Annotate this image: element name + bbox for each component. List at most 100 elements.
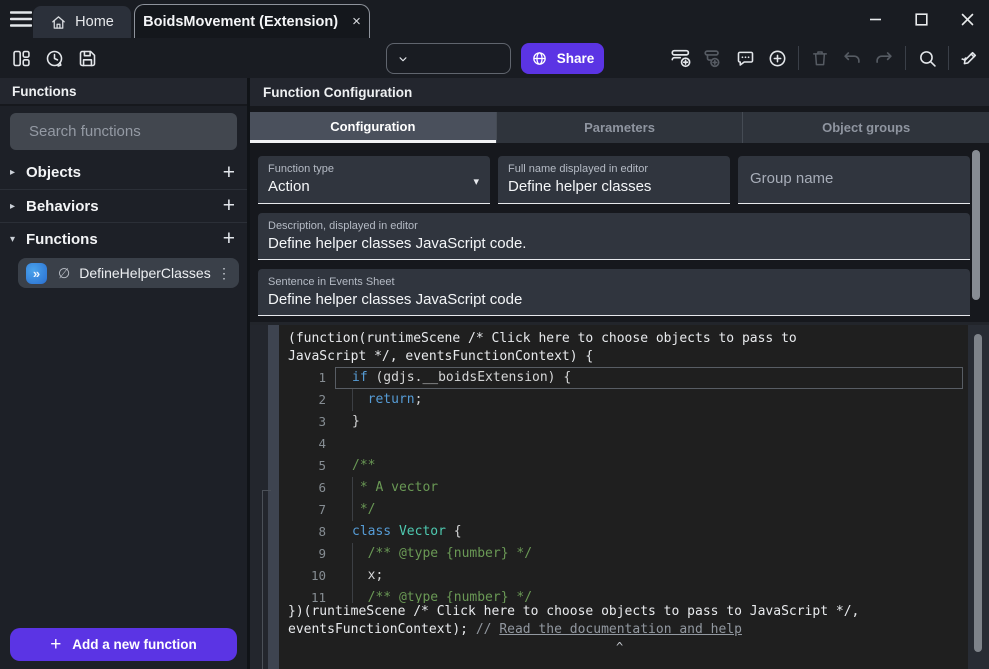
group-name-field[interactable]: Group name (738, 156, 970, 204)
code-line[interactable]: 8class Vector { (279, 521, 968, 543)
undo-icon (841, 47, 863, 69)
code-line[interactable]: 2 return; (279, 389, 968, 411)
form-row-3: Sentence in Events Sheet Define helper c… (258, 269, 970, 316)
event-drag-handle[interactable] (268, 322, 279, 669)
code-line[interactable]: 3} (279, 411, 968, 433)
circle-plus-icon (767, 48, 788, 69)
section-functions-label: Functions (26, 231, 223, 248)
line-number: 5 (279, 455, 326, 477)
window-maximize-button[interactable] (911, 9, 931, 29)
extension-pencil-icon (959, 47, 981, 69)
window-controls (865, 0, 977, 38)
code-line[interactable]: 4 (279, 433, 968, 455)
tab-configuration[interactable]: Configuration (250, 112, 496, 143)
line-number: 9 (279, 543, 326, 565)
preview-options-dropdown[interactable] (387, 44, 419, 73)
project-manager-icon (11, 48, 32, 69)
preview-button[interactable]: Preview (386, 43, 511, 74)
line-number: 1 (279, 367, 326, 389)
code-line[interactable]: 5 /** (279, 455, 968, 477)
js-footer-line-1: })(runtimeScene /* Click here to choose … (288, 604, 859, 619)
home-icon (50, 14, 67, 31)
window-minimize-button[interactable] (865, 9, 885, 29)
minimize-icon (869, 13, 882, 26)
js-header-line-2: JavaScript */, eventsFunctionContext) { (288, 349, 593, 364)
chevron-right-icon: ▸ (10, 201, 26, 212)
indent-guide (352, 499, 353, 521)
version-history-button[interactable] (43, 47, 65, 69)
add-new-function-button[interactable]: + Add a new function (10, 628, 237, 661)
toolbar-right (670, 38, 981, 78)
code-line[interactable]: 1if (gdjs.__boidsExtension) { (279, 367, 968, 389)
add-subevent-icon (702, 47, 724, 69)
function-type-select[interactable]: Function type Action ▾ (258, 156, 490, 204)
maximize-icon (915, 13, 928, 26)
code-line[interactable]: 10 x; (279, 565, 968, 587)
add-function-plus-button[interactable]: + (223, 229, 235, 249)
line-number: 3 (279, 411, 326, 433)
tab-home-label: Home (75, 14, 114, 30)
main-panel-title: Function Configuration (263, 85, 412, 100)
tab-object-groups[interactable]: Object groups (742, 112, 989, 143)
line-number: 7 (279, 499, 326, 521)
window-close-button[interactable] (957, 9, 977, 29)
code-text: /** (335, 455, 963, 477)
toolbar-divider (905, 46, 906, 70)
add-object-button[interactable]: + (223, 163, 235, 183)
tab-home[interactable]: Home (33, 6, 131, 38)
indent-guide (352, 543, 353, 565)
code-line[interactable]: 9 /** @type {number} */ (279, 543, 968, 565)
indent-guide (352, 565, 353, 587)
undo-button[interactable] (841, 47, 863, 69)
sentence-value: Define helper classes JavaScript code (258, 288, 970, 308)
globe-icon (531, 50, 548, 67)
add-event-button[interactable] (670, 47, 692, 69)
function-item-definehelperclasses[interactable]: » ∅ DefineHelperClasses ⋮ (18, 258, 239, 288)
private-function-icon: ∅ (58, 265, 70, 282)
chevron-right-icon: ▸ (10, 167, 26, 178)
add-subevent-button[interactable] (702, 47, 724, 69)
close-icon (961, 13, 974, 26)
save-button[interactable] (76, 47, 98, 69)
sidebar-tree: ▸ Objects + ▸ Behaviors + ▾ Functions + … (0, 156, 247, 288)
sentence-field[interactable]: Sentence in Events Sheet Define helper c… (258, 269, 970, 316)
js-code-header[interactable]: (function(runtimeScene /* Click here to … (288, 330, 960, 365)
code-text (335, 433, 963, 455)
sidebar-section-behaviors[interactable]: ▸ Behaviors + (0, 189, 247, 222)
documentation-link[interactable]: Read the documentation and help (499, 622, 742, 637)
tab-parameters[interactable]: Parameters (496, 112, 743, 143)
full-name-label: Full name displayed in editor (498, 156, 730, 175)
add-comment-button[interactable] (734, 47, 756, 69)
sidebar-section-functions[interactable]: ▾ Functions + (0, 222, 247, 255)
function-gear-icon: » (26, 263, 47, 284)
add-behavior-button[interactable]: + (223, 196, 235, 216)
delete-button[interactable] (809, 47, 831, 69)
search-events-button[interactable] (916, 47, 938, 69)
main-menu-button[interactable] (10, 10, 32, 28)
description-field[interactable]: Description, displayed in editor Define … (258, 213, 970, 260)
search-functions-input[interactable] (29, 123, 228, 140)
search-functions-box[interactable] (10, 113, 237, 150)
tab-configuration-label: Configuration (330, 119, 415, 134)
js-code-footer[interactable]: })(runtimeScene /* Click here to choose … (288, 603, 963, 638)
code-line[interactable]: 7 */ (279, 499, 968, 521)
function-item-menu-button[interactable]: ⋮ (217, 265, 231, 282)
js-footer-comment-slashes: // (476, 622, 499, 637)
full-name-field[interactable]: Full name displayed in editor Define hel… (498, 156, 730, 204)
events-scrollbar[interactable] (974, 334, 982, 652)
app-window: Home BoidsMovement (Extension) × (0, 0, 989, 669)
code-editor[interactable]: 1if (gdjs.__boidsExtension) {2 return;3}… (279, 367, 968, 605)
line-number: 10 (279, 565, 326, 587)
redo-button[interactable] (873, 47, 895, 69)
function-item-label: DefineHelperClasses (79, 265, 217, 281)
sidebar-section-objects[interactable]: ▸ Objects + (0, 156, 247, 189)
scroll-hint-caret[interactable]: ^ (616, 640, 623, 654)
edit-extension-button[interactable] (959, 47, 981, 69)
tab-close-icon[interactable]: × (352, 13, 361, 30)
code-line[interactable]: 6 * A vector (279, 477, 968, 499)
add-other-event-button[interactable] (766, 47, 788, 69)
project-manager-button[interactable] (10, 47, 32, 69)
configuration-scrollbar[interactable] (972, 150, 980, 300)
tab-boidsmovement[interactable]: BoidsMovement (Extension) × (134, 4, 370, 38)
share-button[interactable]: Share (521, 43, 604, 74)
